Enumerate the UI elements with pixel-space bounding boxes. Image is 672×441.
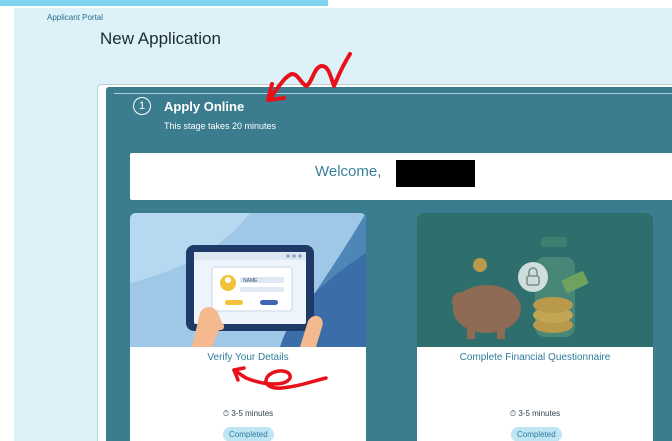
task-card-title[interactable]: Complete Financial Questionnaire (417, 352, 653, 363)
status-badge: Completed (223, 427, 274, 441)
task-card-financial-questionnaire[interactable]: Complete Financial Questionnaire ⏱ 3-5 m… (417, 213, 653, 441)
step-number-badge: 1 (133, 97, 151, 115)
piggy-bank-lock-illustration (417, 213, 653, 347)
tablet-id-card-illustration: NAME (130, 213, 366, 347)
stopwatch-icon: ⏱ (222, 409, 230, 418)
duration-row: ⏱ 3-5 minutes (130, 409, 366, 419)
stage-title: Apply Online (164, 99, 245, 114)
status-badge: Completed (511, 427, 562, 441)
welcome-text: Welcome, (315, 163, 382, 180)
duration-row: ⏱ 3-5 minutes (417, 409, 653, 419)
stopwatch-icon: ⏱ (509, 409, 517, 418)
task-card-title[interactable]: Verify Your Details (130, 352, 366, 363)
duration-text: 3-5 minutes (231, 409, 274, 418)
illustration-name-label: NAME (243, 278, 258, 284)
top-accent-bar (0, 0, 328, 6)
task-card-verify-details[interactable]: NAME Verify Your Details ⏱ 3-5 minutes C… (130, 213, 366, 441)
breadcrumb[interactable]: Applicant Portal (47, 13, 103, 22)
page-title: New Application (100, 29, 221, 48)
redacted-name (396, 160, 475, 187)
duration-text: 3-5 minutes (518, 409, 561, 418)
stage-divider (114, 93, 672, 94)
stage-duration-text: This stage takes 20 minutes (164, 121, 277, 131)
